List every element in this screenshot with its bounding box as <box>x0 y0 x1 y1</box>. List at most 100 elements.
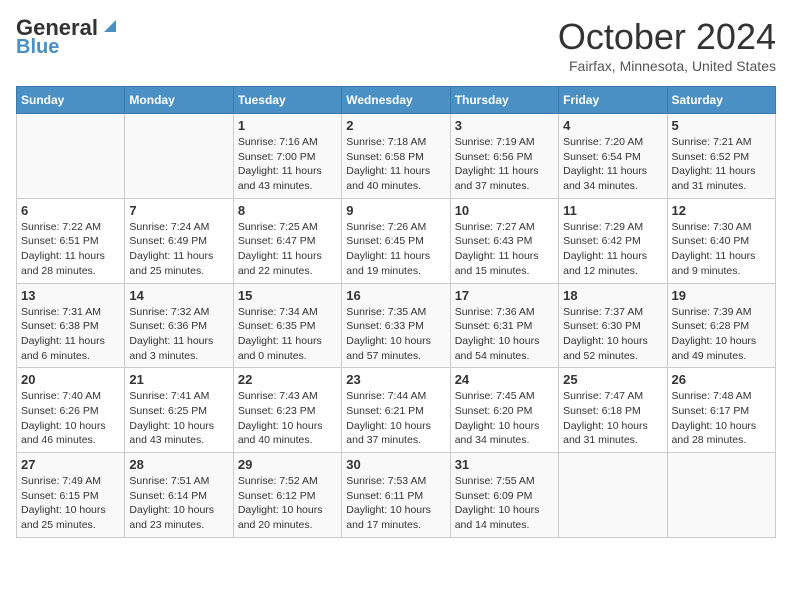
calendar-cell <box>17 114 125 199</box>
logo-text-blue: Blue <box>16 36 59 58</box>
page-header: General Blue October 2024 Fairfax, Minne… <box>16 16 776 74</box>
calendar-cell: 29 Sunrise: 7:52 AM Sunset: 6:12 PM Dayli… <box>233 453 341 538</box>
day-info: Sunrise: 7:29 AM Sunset: 6:42 PM Dayligh… <box>563 220 662 279</box>
calendar-cell: 20 Sunrise: 7:40 AM Sunset: 6:26 PM Dayli… <box>17 368 125 453</box>
day-number: 21 <box>129 372 228 387</box>
calendar-cell: 6 Sunrise: 7:22 AM Sunset: 6:51 PM Daylig… <box>17 198 125 283</box>
calendar-cell: 12 Sunrise: 7:30 AM Sunset: 6:40 PM Dayli… <box>667 198 775 283</box>
calendar-cell: 28Sunrise: 7:51 AM Sunset: 6:14 PM Dayli… <box>125 453 233 538</box>
day-number: 9 <box>346 203 445 218</box>
calendar-cell: 15 Sunrise: 7:34 AM Sunset: 6:35 PM Dayli… <box>233 283 341 368</box>
day-number: 31 <box>455 457 554 472</box>
day-number: 25 <box>563 372 662 387</box>
day-number: 18 <box>563 288 662 303</box>
calendar-cell: 11 Sunrise: 7:29 AM Sunset: 6:42 PM Dayli… <box>559 198 667 283</box>
calendar-cell: 24 Sunrise: 7:45 AM Sunset: 6:20 PM Dayli… <box>450 368 558 453</box>
day-number: 27 <box>21 457 120 472</box>
day-number: 2 <box>346 118 445 133</box>
day-info: Sunrise: 7:43 AM Sunset: 6:23 PM Dayligh… <box>238 389 337 448</box>
calendar-cell <box>125 114 233 199</box>
month-title: October 2024 <box>558 16 776 58</box>
day-info: Sunrise: 7:44 AM Sunset: 6:21 PM Dayligh… <box>346 389 445 448</box>
day-info: Sunrise: 7:31 AM Sunset: 6:38 PM Dayligh… <box>21 305 120 364</box>
day-info: Sunrise: 7:19 AM Sunset: 6:56 PM Dayligh… <box>455 135 554 194</box>
calendar-cell: 31 Sunrise: 7:55 AM Sunset: 6:09 PM Dayli… <box>450 453 558 538</box>
day-number: 14 <box>129 288 228 303</box>
calendar-cell <box>667 453 775 538</box>
col-friday: Friday <box>559 87 667 114</box>
calendar-cell: 26 Sunrise: 7:48 AM Sunset: 6:17 PM Dayli… <box>667 368 775 453</box>
day-info: Sunrise: 7:35 AM Sunset: 6:33 PM Dayligh… <box>346 305 445 364</box>
day-number: 15 <box>238 288 337 303</box>
day-number: 29 <box>238 457 337 472</box>
calendar-cell: 27Sunrise: 7:49 AM Sunset: 6:15 PM Dayli… <box>17 453 125 538</box>
calendar-cell: 13Sunrise: 7:31 AM Sunset: 6:38 PM Dayli… <box>17 283 125 368</box>
day-info: Sunrise: 7:37 AM Sunset: 6:30 PM Dayligh… <box>563 305 662 364</box>
calendar-table: Sunday Monday Tuesday Wednesday Thursday… <box>16 86 776 538</box>
logo-triangle-icon <box>100 16 120 36</box>
title-block: October 2024 Fairfax, Minnesota, United … <box>558 16 776 74</box>
day-info: Sunrise: 7:30 AM Sunset: 6:40 PM Dayligh… <box>672 220 771 279</box>
day-info: Sunrise: 7:52 AM Sunset: 6:12 PM Dayligh… <box>238 474 337 533</box>
calendar-cell: 1Sunrise: 7:16 AM Sunset: 7:00 PM Daylig… <box>233 114 341 199</box>
day-number: 6 <box>21 203 120 218</box>
col-wednesday: Wednesday <box>342 87 450 114</box>
calendar-week-row: 27Sunrise: 7:49 AM Sunset: 6:15 PM Dayli… <box>17 453 776 538</box>
day-number: 19 <box>672 288 771 303</box>
day-number: 17 <box>455 288 554 303</box>
day-info: Sunrise: 7:27 AM Sunset: 6:43 PM Dayligh… <box>455 220 554 279</box>
calendar-week-row: 20 Sunrise: 7:40 AM Sunset: 6:26 PM Dayli… <box>17 368 776 453</box>
day-number: 23 <box>346 372 445 387</box>
day-info: Sunrise: 7:25 AM Sunset: 6:47 PM Dayligh… <box>238 220 337 279</box>
calendar-cell <box>559 453 667 538</box>
calendar-cell: 25 Sunrise: 7:47 AM Sunset: 6:18 PM Dayli… <box>559 368 667 453</box>
day-info: Sunrise: 7:45 AM Sunset: 6:20 PM Dayligh… <box>455 389 554 448</box>
calendar-cell: 9 Sunrise: 7:26 AM Sunset: 6:45 PM Daylig… <box>342 198 450 283</box>
day-info: Sunrise: 7:40 AM Sunset: 6:26 PM Dayligh… <box>21 389 120 448</box>
day-number: 1 <box>238 118 337 133</box>
day-number: 20 <box>21 372 120 387</box>
logo: General Blue <box>16 16 120 58</box>
day-number: 12 <box>672 203 771 218</box>
day-info: Sunrise: 7:47 AM Sunset: 6:18 PM Dayligh… <box>563 389 662 448</box>
calendar-cell: 3Sunrise: 7:19 AM Sunset: 6:56 PM Daylig… <box>450 114 558 199</box>
calendar-body: 1Sunrise: 7:16 AM Sunset: 7:00 PM Daylig… <box>17 114 776 538</box>
day-info: Sunrise: 7:24 AM Sunset: 6:49 PM Dayligh… <box>129 220 228 279</box>
day-number: 10 <box>455 203 554 218</box>
calendar-cell: 22Sunrise: 7:43 AM Sunset: 6:23 PM Dayli… <box>233 368 341 453</box>
header-row: Sunday Monday Tuesday Wednesday Thursday… <box>17 87 776 114</box>
calendar-cell: 5Sunrise: 7:21 AM Sunset: 6:52 PM Daylig… <box>667 114 775 199</box>
calendar-cell: 4 Sunrise: 7:20 AM Sunset: 6:54 PM Daylig… <box>559 114 667 199</box>
day-info: Sunrise: 7:18 AM Sunset: 6:58 PM Dayligh… <box>346 135 445 194</box>
day-info: Sunrise: 7:36 AM Sunset: 6:31 PM Dayligh… <box>455 305 554 364</box>
day-info: Sunrise: 7:26 AM Sunset: 6:45 PM Dayligh… <box>346 220 445 279</box>
day-number: 30 <box>346 457 445 472</box>
calendar-cell: 21Sunrise: 7:41 AM Sunset: 6:25 PM Dayli… <box>125 368 233 453</box>
day-number: 11 <box>563 203 662 218</box>
calendar-cell: 30 Sunrise: 7:53 AM Sunset: 6:11 PM Dayli… <box>342 453 450 538</box>
day-info: Sunrise: 7:51 AM Sunset: 6:14 PM Dayligh… <box>129 474 228 533</box>
calendar-cell: 19Sunrise: 7:39 AM Sunset: 6:28 PM Dayli… <box>667 283 775 368</box>
col-monday: Monday <box>125 87 233 114</box>
col-sunday: Sunday <box>17 87 125 114</box>
day-number: 26 <box>672 372 771 387</box>
day-info: Sunrise: 7:32 AM Sunset: 6:36 PM Dayligh… <box>129 305 228 364</box>
day-number: 24 <box>455 372 554 387</box>
calendar-cell: 8Sunrise: 7:25 AM Sunset: 6:47 PM Daylig… <box>233 198 341 283</box>
day-number: 4 <box>563 118 662 133</box>
day-info: Sunrise: 7:48 AM Sunset: 6:17 PM Dayligh… <box>672 389 771 448</box>
day-info: Sunrise: 7:20 AM Sunset: 6:54 PM Dayligh… <box>563 135 662 194</box>
calendar-cell: 17 Sunrise: 7:36 AM Sunset: 6:31 PM Dayli… <box>450 283 558 368</box>
col-tuesday: Tuesday <box>233 87 341 114</box>
calendar-header: Sunday Monday Tuesday Wednesday Thursday… <box>17 87 776 114</box>
day-number: 16 <box>346 288 445 303</box>
day-info: Sunrise: 7:55 AM Sunset: 6:09 PM Dayligh… <box>455 474 554 533</box>
calendar-week-row: 13Sunrise: 7:31 AM Sunset: 6:38 PM Dayli… <box>17 283 776 368</box>
day-info: Sunrise: 7:22 AM Sunset: 6:51 PM Dayligh… <box>21 220 120 279</box>
day-info: Sunrise: 7:34 AM Sunset: 6:35 PM Dayligh… <box>238 305 337 364</box>
day-info: Sunrise: 7:53 AM Sunset: 6:11 PM Dayligh… <box>346 474 445 533</box>
calendar-cell: 23 Sunrise: 7:44 AM Sunset: 6:21 PM Dayli… <box>342 368 450 453</box>
col-thursday: Thursday <box>450 87 558 114</box>
day-number: 5 <box>672 118 771 133</box>
location-text: Fairfax, Minnesota, United States <box>558 58 776 74</box>
